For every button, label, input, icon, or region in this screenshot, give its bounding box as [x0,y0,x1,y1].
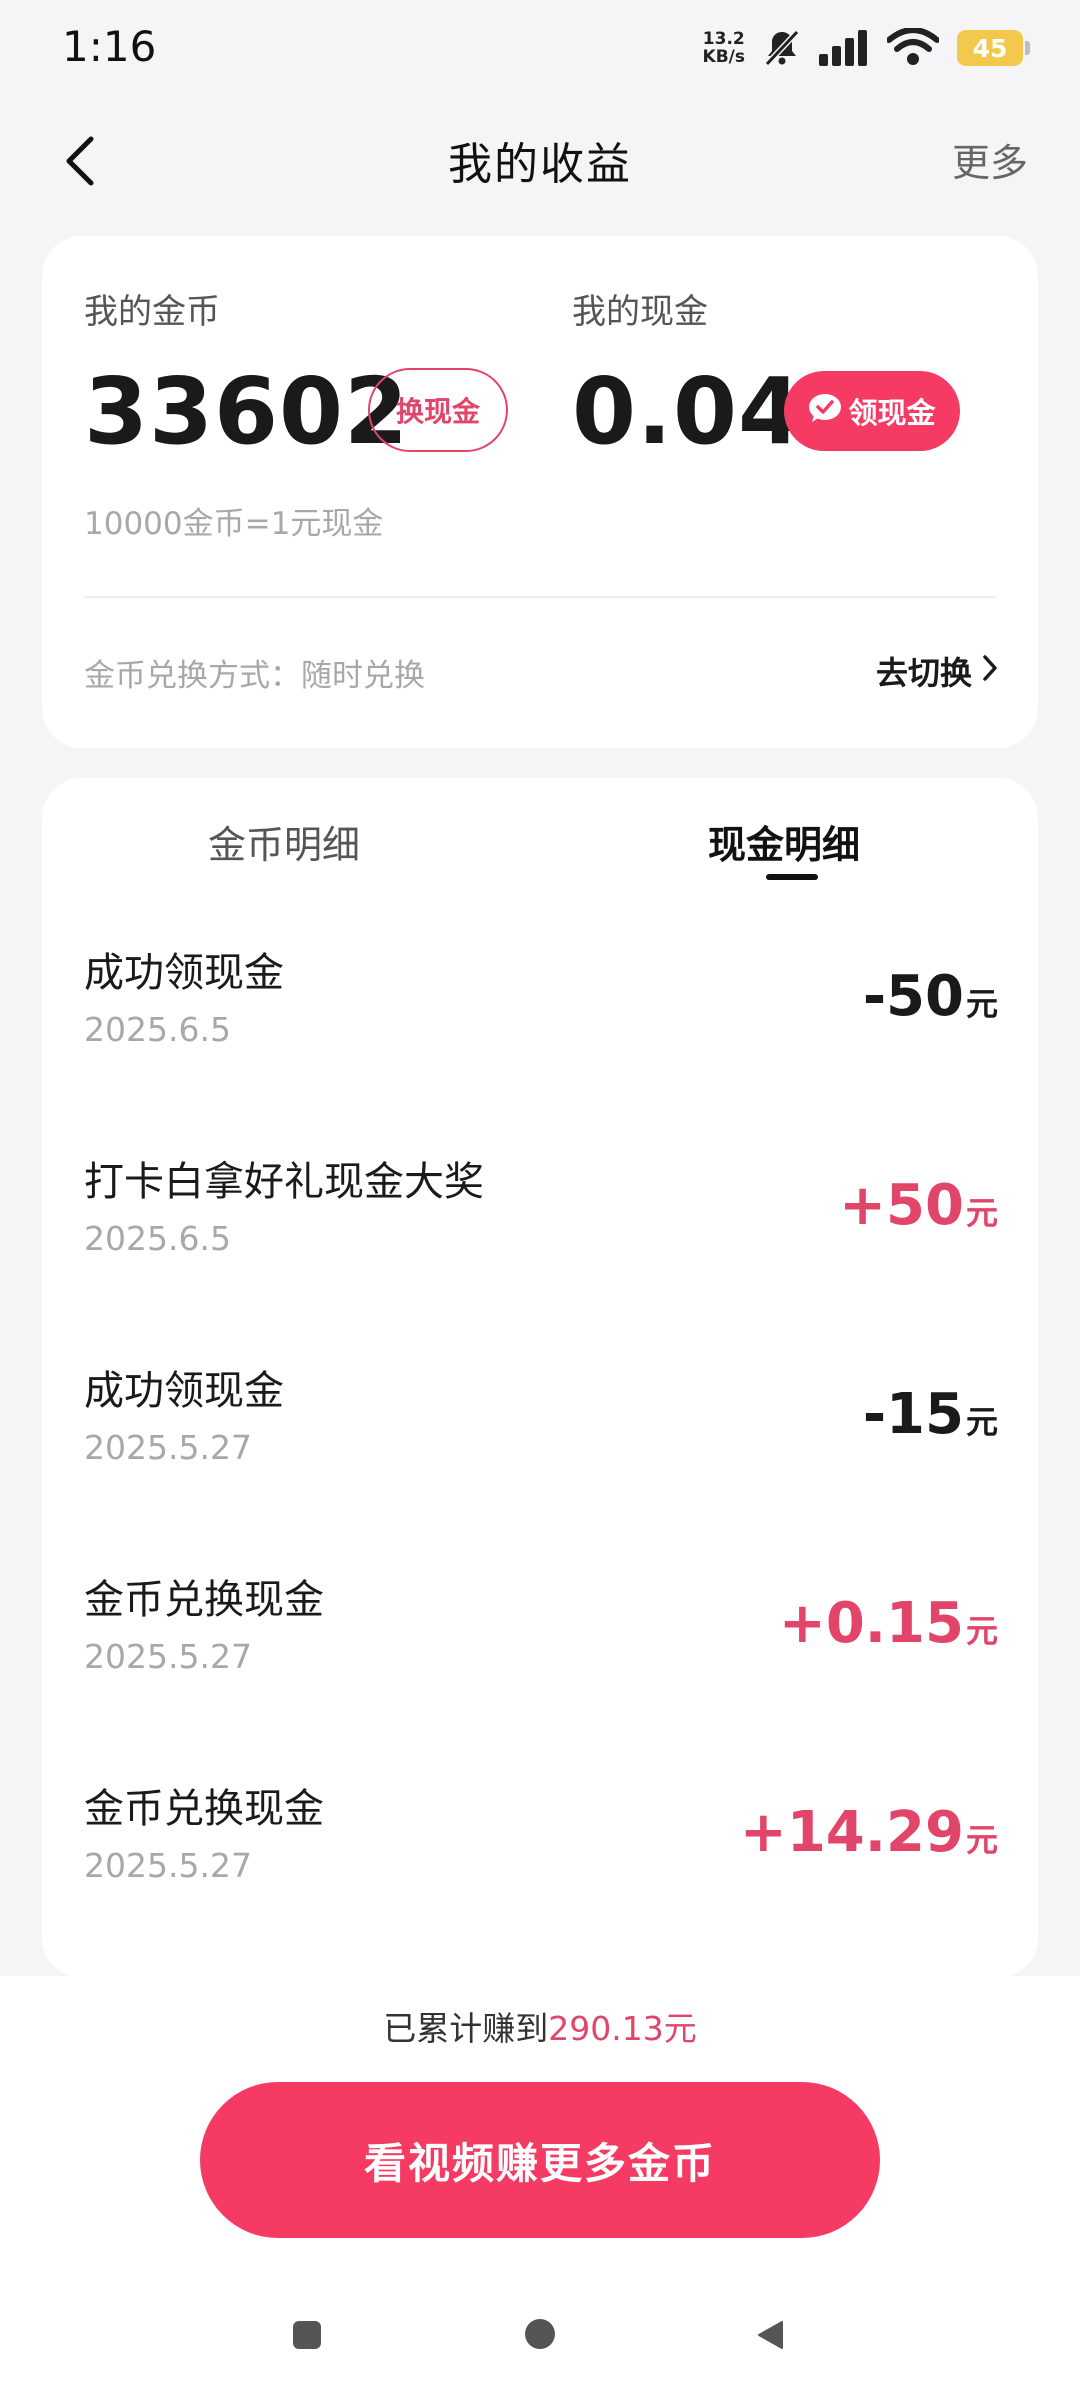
chevron-right-icon [982,652,998,690]
total-earned-value: 290.13元 [548,2009,697,2048]
record-date: 2025.6.5 [84,1010,231,1049]
record-amount-unit: 元 [965,1403,998,1441]
record-amount-value: -15 [862,1382,964,1447]
record-amount-value: +14.29 [739,1800,964,1865]
list-item[interactable]: 打卡白拿好礼现金大奖 2025.6.5 +50 元 [42,1149,1038,1359]
card-divider [84,596,996,598]
record-amount: -50 元 [863,964,998,1029]
top-nav: 我的收益 更多 [0,96,1080,226]
record-date: 2025.5.27 [84,1428,252,1467]
status-icons: 13.2 KB/s 45 [703,26,1030,70]
exchange-method-text: 金币兑换方式：随时兑换 [84,658,425,694]
cash-value: 0.04 [572,358,803,465]
battery-cap [1025,41,1030,55]
exchange-rate-text: 10000金币=1元现金 [84,506,384,542]
record-amount-value: +0.15 [778,1591,964,1656]
exchange-cash-button[interactable]: 换现金 [368,368,508,452]
total-earned-prefix: 已累计赚到 [383,2009,549,2048]
record-amount: +50 元 [839,1173,998,1238]
switch-method-label: 去切换 [875,654,972,692]
wifi-icon [887,28,939,68]
signal-icon [819,30,869,66]
active-tab-indicator [766,874,818,880]
record-amount-unit: 元 [965,1194,998,1232]
detail-panel: 金币明细 现金明细 成功领现金 2025.6.5 -50 元 打卡白拿好礼现金大… [42,778,1038,1978]
bell-muted-icon [763,28,801,68]
record-date: 2025.6.5 [84,1219,231,1258]
battery-level: 45 [957,30,1023,66]
record-title: 打卡白拿好礼现金大奖 [84,1159,484,1205]
page-title: 我的收益 [448,139,632,190]
record-date: 2025.5.27 [84,1846,252,1885]
switch-method-link[interactable]: 去切换 [876,648,998,694]
withdraw-cash-label: 领现金 [848,396,936,430]
record-amount-unit: 元 [965,1821,998,1859]
tab-cash-detail[interactable]: 现金明细 [708,814,860,869]
record-amount: -15 元 [863,1382,998,1447]
list-item[interactable]: 成功领现金 2025.6.5 -50 元 [42,940,1038,1150]
record-title: 金币兑换现金 [84,1577,324,1623]
record-title: 成功领现金 [84,1368,284,1414]
wechat-icon [808,393,842,430]
record-date: 2025.5.27 [84,1637,252,1676]
back-nav-button[interactable] [756,2320,784,2354]
record-amount-value: +50 [839,1173,964,1238]
withdraw-cash-button[interactable]: 领现金 [784,371,960,451]
total-earned: 已累计赚到290.13元 [0,2002,1080,2050]
home-button[interactable] [524,2318,556,2354]
watch-video-button[interactable]: 看视频赚更多金币 [200,2082,880,2238]
record-amount: +0.15 元 [779,1591,998,1656]
recent-apps-button[interactable] [292,2320,322,2354]
net-speed: 13.2 KB/s [703,30,745,66]
battery-indicator: 45 [957,30,1030,66]
status-bar: 1:16 13.2 KB/s 45 [0,0,1080,96]
record-amount: +14.29 元 [740,1800,998,1865]
balance-card: 我的金币 33602 换现金 我的现金 0.04 领现金 10000金币=1元现… [42,236,1038,748]
record-title: 金币兑换现金 [84,1786,324,1832]
more-button[interactable]: 更多 [952,132,1028,187]
record-amount-unit: 元 [965,985,998,1023]
coin-value: 33602 [84,358,410,465]
net-speed-value: 13.2 [702,29,745,49]
cash-label: 我的现金 [572,292,708,332]
record-amount-unit: 元 [965,1612,998,1650]
list-item[interactable]: 金币兑换现金 2025.5.27 +14.29 元 [42,1776,1038,1978]
record-title: 成功领现金 [84,950,284,996]
net-speed-unit: KB/s [702,47,745,67]
tab-coin-detail[interactable]: 金币明细 [208,814,360,869]
list-item[interactable]: 成功领现金 2025.5.27 -15 元 [42,1358,1038,1568]
record-amount-value: -50 [862,964,964,1029]
coin-label: 我的金币 [84,292,220,332]
list-item[interactable]: 金币兑换现金 2025.5.27 +0.15 元 [42,1567,1038,1777]
status-time: 1:16 [62,22,157,71]
